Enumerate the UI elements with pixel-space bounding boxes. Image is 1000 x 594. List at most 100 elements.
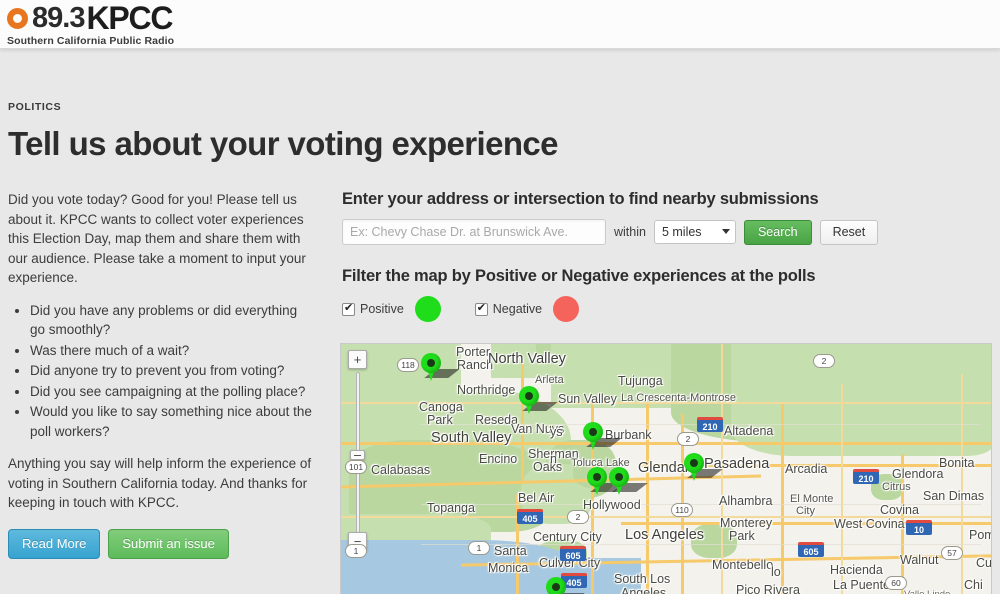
positive-color-swatch bbox=[414, 296, 441, 323]
map-place-label: Covina bbox=[880, 503, 919, 517]
map-place-label: Hollywood bbox=[583, 498, 641, 512]
map-zoom-control[interactable]: + − bbox=[348, 350, 368, 551]
map-freeway bbox=[621, 522, 991, 525]
map-canvas[interactable]: + − Porter Ranch North Valley Northridge Arl… bbox=[341, 344, 991, 594]
map-marker-dot bbox=[690, 459, 698, 467]
positive-checkbox[interactable] bbox=[342, 302, 355, 316]
map-place-label: South Los bbox=[614, 572, 671, 586]
map-marker-dot bbox=[552, 583, 560, 591]
map-place-label: Angeles bbox=[621, 586, 667, 594]
map-route-shield: 60 bbox=[885, 576, 907, 590]
map-place-label: Valle Lindo bbox=[904, 590, 950, 594]
map-place-label: Arleta bbox=[535, 374, 564, 386]
map-place-label: Sun Valley bbox=[558, 392, 617, 406]
negative-color-swatch bbox=[553, 296, 580, 323]
map-place-label: Northridge bbox=[457, 383, 516, 397]
filter-block: Filter the map by Positive or Negative e… bbox=[342, 267, 992, 323]
radius-select-wrap[interactable]: 5 miles bbox=[653, 220, 736, 245]
map-place-label: Bonita bbox=[939, 456, 975, 470]
map-place-label: Monica bbox=[488, 561, 529, 575]
map-place-label: Glendora bbox=[892, 467, 944, 481]
map-marker-pin[interactable] bbox=[684, 453, 723, 483]
article-actions: Read More Submit an issue bbox=[8, 528, 312, 560]
map-place-label: Altadena bbox=[724, 424, 774, 438]
search-form: within 5 miles Search Reset bbox=[342, 219, 992, 246]
map-route-shield: 605 bbox=[798, 542, 824, 557]
map-marker-pin[interactable] bbox=[609, 467, 648, 497]
submissions-map[interactable]: + − Porter Ranch North Valley Northridge Arl… bbox=[340, 343, 992, 594]
map-place-label: Tujunga bbox=[618, 374, 663, 388]
zoom-in-button[interactable]: + bbox=[348, 350, 367, 369]
filter-positive[interactable]: Positive bbox=[342, 296, 441, 323]
map-route-shield: 1 bbox=[345, 544, 367, 558]
list-item: Was there much of a wait? bbox=[30, 341, 312, 361]
map-marker-dot bbox=[427, 359, 435, 367]
map-green-area bbox=[731, 344, 991, 456]
map-route-shield: 405 bbox=[517, 509, 543, 524]
map-route-shield: 2 bbox=[677, 432, 699, 446]
read-more-button[interactable]: Read More bbox=[8, 528, 101, 560]
map-marker-dot bbox=[525, 392, 533, 400]
map-marker-pin[interactable] bbox=[546, 577, 585, 594]
map-route-shield: 2 bbox=[813, 354, 835, 368]
search-button[interactable]: Search bbox=[743, 219, 812, 245]
brand-frequency: 89.3 bbox=[32, 1, 85, 34]
map-marker-dot bbox=[593, 473, 601, 481]
map-place-label: Alhambra bbox=[719, 494, 773, 508]
map-marker-pin[interactable] bbox=[519, 386, 558, 416]
map-place-label: Montebello bbox=[712, 558, 774, 572]
map-place-label: ys bbox=[550, 425, 563, 439]
map-place-label: Encino bbox=[479, 452, 518, 466]
section-kicker[interactable]: POLITICS bbox=[8, 101, 992, 113]
map-route-shield: 2 bbox=[567, 510, 589, 524]
map-marker-pin[interactable] bbox=[587, 467, 626, 497]
map-marker-dot bbox=[589, 428, 597, 436]
map-route-shield: 57 bbox=[941, 546, 963, 560]
map-marker-pin[interactable] bbox=[583, 422, 622, 452]
map-place-label: lo bbox=[771, 565, 781, 579]
map-route-shield: 10 bbox=[906, 520, 932, 535]
map-marker-dot bbox=[615, 473, 623, 481]
intro-paragraph: Did you vote today? Good for you! Please… bbox=[8, 192, 306, 286]
map-place-label: City bbox=[796, 505, 815, 517]
brand-tagline: Southern California Public Radio bbox=[7, 35, 175, 47]
map-road bbox=[961, 374, 963, 594]
page-title: Tell us about your voting experience bbox=[8, 125, 559, 162]
positive-label: Positive bbox=[360, 302, 404, 317]
question-list: Did you have any problems or did everyth… bbox=[8, 301, 312, 442]
list-item: Would you like to say something nice abo… bbox=[30, 402, 312, 441]
filter-row: Positive Negative bbox=[342, 296, 992, 323]
map-place-label: La Puente bbox=[833, 578, 890, 592]
map-place-label: Arcadia bbox=[785, 462, 828, 476]
map-marker-pin[interactable] bbox=[421, 353, 460, 383]
map-place-label: San Dimas bbox=[923, 489, 985, 503]
map-route-shield: 1 bbox=[468, 541, 490, 555]
map-place-label: Santa bbox=[494, 544, 527, 558]
search-heading: Enter your address or intersection to fi… bbox=[342, 190, 819, 209]
map-freeway bbox=[781, 404, 784, 594]
zoom-slider-handle[interactable] bbox=[350, 450, 365, 460]
kpcc-logo[interactable]: 89.3 KPCC Southern California Public Rad… bbox=[7, 0, 175, 47]
within-label: within bbox=[614, 225, 646, 240]
map-place-label: Park bbox=[729, 529, 755, 543]
radius-select[interactable]: 5 miles bbox=[653, 220, 736, 245]
list-item: Did you see campaigning at the polling p… bbox=[30, 382, 312, 402]
outro-paragraph: Anything you say will help inform the ex… bbox=[8, 456, 312, 511]
brand-callsign: KPCC bbox=[86, 0, 173, 36]
negative-checkbox[interactable] bbox=[474, 302, 488, 316]
map-place-label: Oaks bbox=[533, 460, 563, 474]
submit-issue-button[interactable]: Submit an issue bbox=[108, 528, 229, 560]
map-place-label: Park bbox=[427, 413, 453, 427]
reset-button[interactable]: Reset bbox=[819, 219, 879, 245]
map-place-label: Cul bbox=[976, 556, 992, 570]
filter-negative[interactable]: Negative bbox=[474, 296, 580, 323]
map-place-label: West Covina bbox=[834, 517, 905, 531]
negative-label: Negative bbox=[492, 302, 543, 317]
address-input[interactable] bbox=[342, 219, 606, 246]
map-place-label: Los Angeles bbox=[625, 527, 705, 543]
map-route-shield: 101 bbox=[345, 460, 367, 474]
map-place-label: n bbox=[550, 452, 557, 466]
map-place-label: La Crescenta-Montrose bbox=[621, 392, 736, 404]
kpcc-circle-icon bbox=[7, 7, 28, 29]
filter-heading: Filter the map by Positive or Negative e… bbox=[342, 267, 816, 286]
